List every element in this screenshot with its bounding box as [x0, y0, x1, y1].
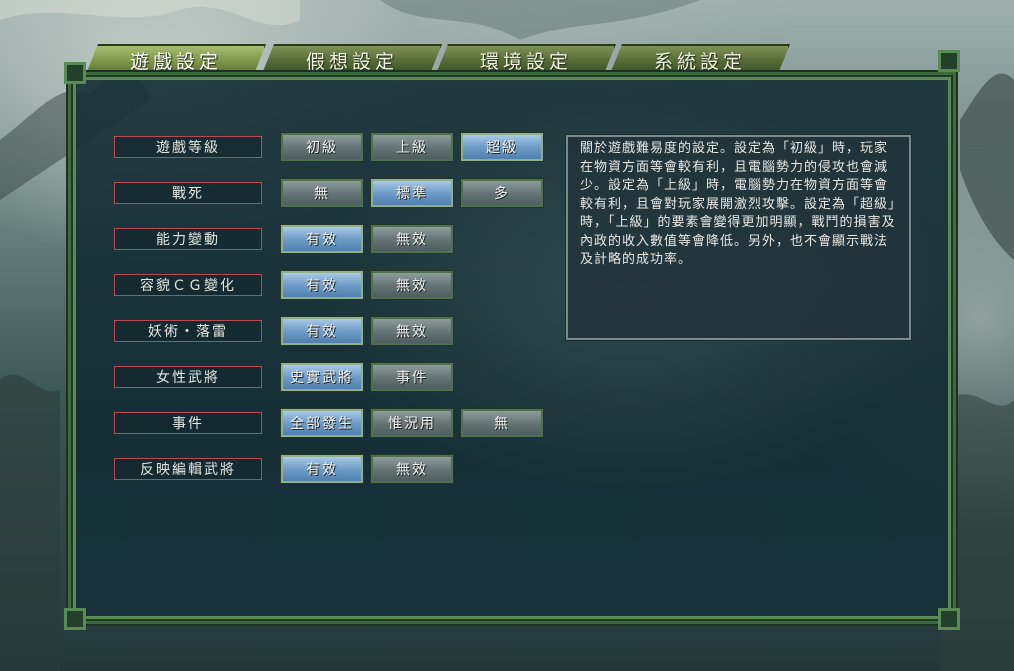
option-battle-death-many[interactable]: 多: [460, 178, 544, 208]
option-appearance-cg-off[interactable]: 無效: [370, 270, 454, 300]
option-battle-death-standard[interactable]: 標準: [370, 178, 454, 208]
option-appearance-cg-on[interactable]: 有效: [280, 270, 364, 300]
setting-description: 關於遊戲難易度的設定。設定為「初級」時，玩家在物資方面等會較有利，且電腦勢力的侵…: [565, 134, 912, 341]
option-battle-death-none[interactable]: 無: [280, 178, 364, 208]
tab-system-settings[interactable]: 系統設定: [610, 44, 790, 74]
option-game-level-beginner[interactable]: 初級: [280, 132, 364, 162]
setting-label-battle-death: 戰死: [114, 182, 262, 204]
option-female-generals-event[interactable]: 事件: [370, 362, 454, 392]
tab-hypothetical-settings[interactable]: 假想設定: [262, 44, 442, 74]
setting-label-appearance-cg: 容貌ＣＧ變化: [114, 274, 262, 296]
option-sorcery-lightning-on[interactable]: 有效: [280, 316, 364, 346]
option-edited-generals-off[interactable]: 無效: [370, 454, 454, 484]
setting-label-sorcery-lightning: 妖術・落雷: [114, 320, 262, 342]
frame-corner-ornament-icon: [938, 50, 960, 72]
option-events-none[interactable]: 無: [460, 408, 544, 438]
tab-game-settings[interactable]: 遊戲設定: [86, 44, 266, 74]
option-game-level-expert[interactable]: 超級: [460, 132, 544, 162]
setting-label-events: 事件: [114, 412, 262, 434]
option-ability-change-off[interactable]: 無效: [370, 224, 454, 254]
option-ability-change-on[interactable]: 有效: [280, 224, 364, 254]
option-game-level-advanced[interactable]: 上級: [370, 132, 454, 162]
frame-corner-ornament-icon: [938, 608, 960, 630]
option-events-conditional[interactable]: 惟況用: [370, 408, 454, 438]
frame-corner-ornament-icon: [64, 608, 86, 630]
option-sorcery-lightning-off[interactable]: 無效: [370, 316, 454, 346]
option-female-generals-historical[interactable]: 史實武將: [280, 362, 364, 392]
setting-label-game-level: 遊戲等級: [114, 136, 262, 158]
setting-label-edited-generals: 反映編輯武將: [114, 458, 262, 480]
tab-environment-settings[interactable]: 環境設定: [436, 44, 616, 74]
setting-label-female-generals: 女性武將: [114, 366, 262, 388]
option-events-all[interactable]: 全部發生: [280, 408, 364, 438]
option-edited-generals-on[interactable]: 有效: [280, 454, 364, 484]
frame-corner-ornament-icon: [64, 62, 86, 84]
setting-label-ability-change: 能力變動: [114, 228, 262, 250]
